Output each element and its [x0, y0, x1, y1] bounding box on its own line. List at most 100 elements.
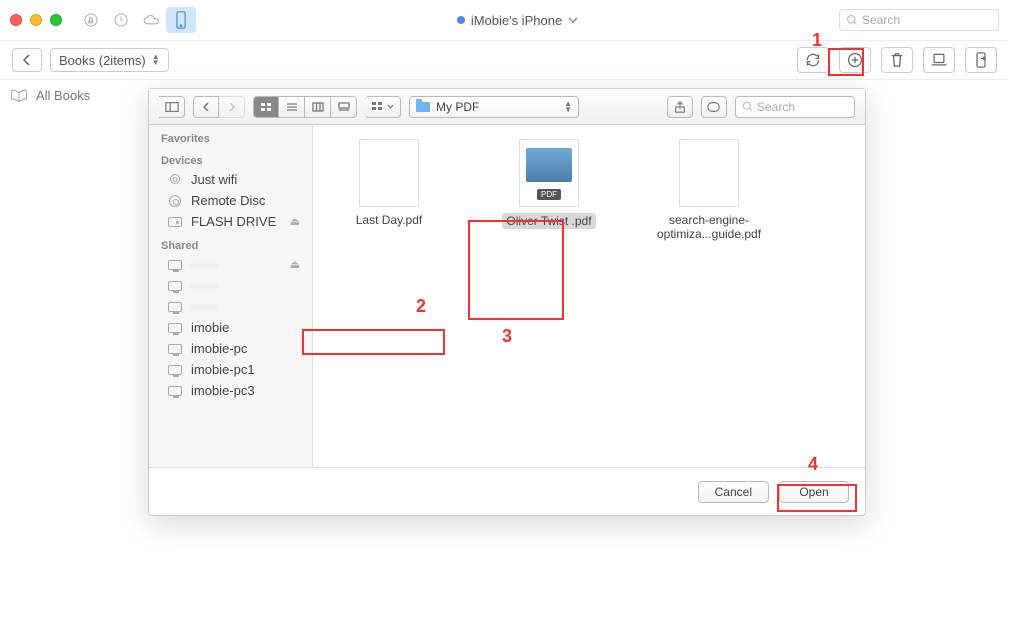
updown-icon: ▲▼ — [564, 101, 572, 113]
status-dot-icon — [457, 16, 465, 24]
dialog-toolbar: My PDF ▲▼ Search — [149, 89, 865, 125]
eject-icon[interactable]: ⏏ — [290, 258, 300, 271]
sync-button[interactable] — [797, 47, 829, 73]
export-button[interactable] — [965, 47, 997, 73]
toggle-sidebar-button[interactable] — [159, 96, 185, 118]
send-to-device-button[interactable] — [923, 47, 955, 73]
section-devices: Devices — [149, 147, 312, 169]
column-view-button[interactable] — [305, 96, 331, 118]
cancel-button[interactable]: Cancel — [698, 481, 769, 503]
title-category-icons — [76, 7, 196, 33]
minimize-window-button[interactable] — [30, 14, 42, 26]
all-books-label: All Books — [36, 88, 90, 103]
sidebar-item-shared[interactable]: ——⏏ — [149, 254, 312, 275]
open-button[interactable]: Open — [779, 481, 849, 503]
chevron-down-icon — [568, 15, 578, 25]
back-button[interactable] — [12, 48, 42, 72]
path-selector[interactable]: My PDF ▲▼ — [409, 96, 579, 118]
window-titlebar: iMobie's iPhone Search — [0, 0, 1009, 40]
window-traffic-lights — [10, 14, 62, 26]
file-name-label: search-engine-optimiza...guide.pdf — [649, 213, 769, 241]
tag-button[interactable] — [701, 96, 727, 118]
add-button[interactable] — [839, 47, 871, 73]
window-title[interactable]: iMobie's iPhone — [196, 13, 839, 28]
monitor-icon — [167, 280, 183, 292]
list-view-button[interactable] — [279, 96, 305, 118]
device-name-label: iMobie's iPhone — [471, 13, 562, 28]
nav-back-button[interactable] — [193, 96, 219, 118]
monitor-icon — [167, 364, 183, 376]
delete-button[interactable] — [881, 47, 913, 73]
updown-icon: ▲▼ — [152, 54, 160, 66]
disc-icon — [167, 195, 183, 207]
breadcrumb-label: Books (2items) — [59, 53, 146, 68]
file-open-dialog: My PDF ▲▼ Search Favorites Devices ⦾ Jus… — [148, 88, 866, 516]
cancel-label: Cancel — [715, 485, 752, 499]
sidebar-all-books[interactable]: All Books — [0, 80, 140, 110]
section-favorites: Favorites — [149, 125, 312, 147]
search-icon — [742, 101, 753, 112]
sidebar-item-label: imobie-pc1 — [191, 362, 255, 377]
file-name-label: Oliver Twist .pdf — [502, 213, 595, 229]
main-toolbar: Books (2items) ▲▼ — [0, 40, 1009, 80]
title-search-field[interactable]: Search — [839, 9, 999, 31]
sidebar-item-label: Just wifi — [191, 172, 237, 187]
book-icon — [10, 88, 28, 102]
search-placeholder: Search — [862, 13, 900, 27]
sidebar-item-label: —— — [191, 278, 217, 293]
cloud-icon[interactable] — [136, 7, 166, 33]
sidebar-item-shared[interactable]: —— — [149, 296, 312, 317]
device-phone-icon[interactable] — [166, 7, 196, 33]
open-label: Open — [799, 485, 828, 499]
dialog-body: Favorites Devices ⦾ Just wifi Remote Dis… — [149, 125, 865, 467]
sidebar-item-just-wifi[interactable]: ⦾ Just wifi — [149, 169, 312, 190]
sidebar-item-shared[interactable]: —— — [149, 275, 312, 296]
file-thumbnail — [679, 139, 739, 207]
sidebar-toggle-group — [159, 96, 185, 118]
eject-icon[interactable]: ⏏ — [290, 215, 300, 228]
file-item[interactable]: Last Day.pdf — [329, 139, 449, 227]
monitor-icon — [167, 322, 183, 334]
sidebar-item-imobie-pc1[interactable]: imobie-pc1 — [149, 359, 312, 380]
sidebar-item-imobie[interactable]: imobie — [149, 317, 312, 338]
file-item[interactable]: search-engine-optimiza...guide.pdf — [649, 139, 769, 241]
sidebar-item-flash-drive[interactable]: FLASH DRIVE ⏏ — [149, 211, 312, 232]
icon-view-button[interactable] — [253, 96, 279, 118]
maximize-window-button[interactable] — [50, 14, 62, 26]
arrange-button[interactable] — [365, 96, 401, 118]
nav-forward-button[interactable] — [219, 96, 245, 118]
monitor-icon — [167, 385, 183, 397]
sidebar-item-label: imobie — [191, 320, 229, 335]
music-icon[interactable] — [76, 7, 106, 33]
wifi-icon: ⦾ — [167, 174, 183, 186]
dialog-search-placeholder: Search — [757, 100, 795, 114]
file-item-selected[interactable]: PDF Oliver Twist .pdf — [489, 139, 609, 229]
sidebar-item-remote-disc[interactable]: Remote Disc — [149, 190, 312, 211]
dialog-search-field[interactable]: Search — [735, 96, 855, 118]
coverflow-view-button[interactable] — [331, 96, 357, 118]
sidebar-item-imobie-pc[interactable]: imobie-pc — [149, 338, 312, 359]
monitor-icon — [167, 343, 183, 355]
view-mode-group — [253, 96, 357, 118]
file-grid[interactable]: Last Day.pdf PDF Oliver Twist .pdf searc… — [313, 125, 865, 467]
folder-icon — [416, 102, 430, 112]
sidebar-item-label: imobie-pc3 — [191, 383, 255, 398]
monitor-icon — [167, 301, 183, 313]
file-name-label: Last Day.pdf — [356, 213, 422, 227]
sidebar-item-imobie-pc3[interactable]: imobie-pc3 — [149, 380, 312, 401]
refresh-history-icon[interactable] — [106, 7, 136, 33]
share-button[interactable] — [667, 96, 693, 118]
search-icon — [846, 14, 858, 26]
sidebar-item-label: Remote Disc — [191, 193, 265, 208]
sidebar-item-label: FLASH DRIVE — [191, 214, 276, 229]
arrange-group — [365, 96, 401, 118]
file-thumbnail: PDF — [519, 139, 579, 207]
nav-buttons — [193, 96, 245, 118]
monitor-icon — [167, 259, 183, 271]
file-thumbnail — [359, 139, 419, 207]
dialog-footer: Cancel Open — [149, 467, 865, 515]
dialog-sidebar[interactable]: Favorites Devices ⦾ Just wifi Remote Dis… — [149, 125, 313, 467]
sidebar-item-label: imobie-pc — [191, 341, 247, 356]
breadcrumb-dropdown[interactable]: Books (2items) ▲▼ — [50, 48, 169, 72]
close-window-button[interactable] — [10, 14, 22, 26]
